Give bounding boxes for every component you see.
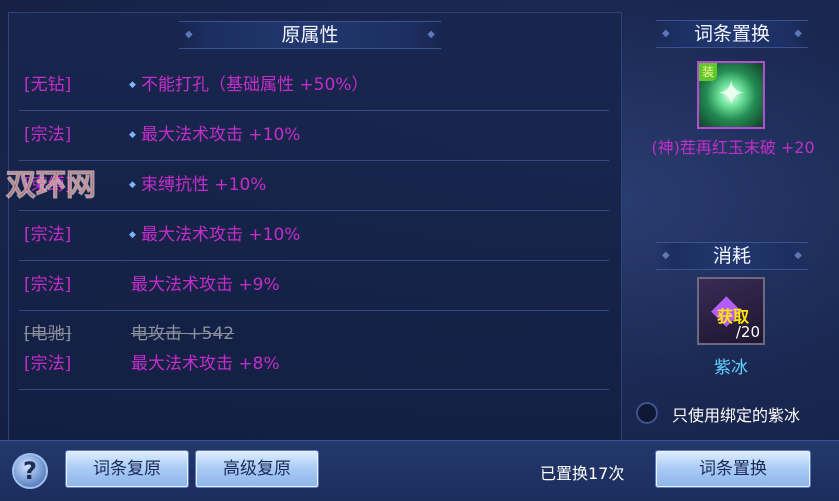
bound-only-radio[interactable] [636,402,658,424]
equipment-badge: 装 [699,63,717,81]
equipment-slot[interactable]: 装 ✦ [697,61,765,129]
equipment-item-icon: ✦ [717,74,746,114]
attribute-row: [无钻] ◆ 不能打孔（基础属性 +50%） [19,61,609,111]
advanced-restore-button[interactable]: 高级复原 [196,451,318,487]
attribute-tag: [宗法] [24,275,72,295]
consume-section-title: 消耗 [656,242,808,270]
attribute-tag: [宗法] [24,125,72,145]
equipment-name: (神)茬再红玉末破 +20 [651,138,815,157]
attribute-text: 电攻击 +542 [131,324,235,344]
replaced-count: 已置换17次 [540,464,625,483]
attribute-text: 最大法术攻击 +10% [141,225,301,245]
bound-only-label: 只使用绑定的紫冰 [672,406,801,425]
diamond-bullet-icon: ◆ [129,80,136,90]
attribute-row: [宗法] 最大法术攻击 +9% [19,261,609,311]
attribute-row: [电驰] 电攻击 +542 [宗法] 最大法术攻击 +8% [19,311,609,390]
attribute-tag: [宗法] [24,225,72,245]
material-name: 紫冰 [714,358,748,378]
restore-button[interactable]: 词条复原 [66,451,188,487]
attribute-row: [宗法] ◆ 最大法术攻击 +10% [19,111,609,161]
material-slot[interactable]: ◆ 获取 /20 [697,277,765,345]
attribute-text: 最大法术攻击 +10% [141,125,301,145]
help-button[interactable]: ? [12,453,48,489]
attribute-text: 束缚抗性 +10% [141,175,267,195]
material-count: /20 [735,323,760,341]
diamond-bullet-icon: ◆ [129,130,136,140]
attribute-tag: [电驰] [24,324,72,344]
attribute-row: [束缚] ◆ 束缚抗性 +10% [19,161,609,211]
attribute-list: [无钻] ◆ 不能打孔（基础属性 +50%） [宗法] ◆ 最大法术攻击 +10… [9,61,621,390]
attribute-text: 最大法术攻击 +9% [131,275,280,295]
replace-button[interactable]: 词条置换 [656,451,810,487]
attribute-row: [宗法] ◆ 最大法术攻击 +10% [19,211,609,261]
attribute-tag: [宗法] [24,354,72,374]
attribute-text: 不能打孔（基础属性 +50%） [141,75,369,95]
replace-section-title: 词条置换 [656,20,808,48]
original-attributes-panel: 原属性 [无钻] ◆ 不能打孔（基础属性 +50%） [宗法] ◆ 最大法术攻击… [8,12,622,442]
diamond-bullet-icon: ◆ [129,230,136,240]
original-attributes-title: 原属性 [179,21,441,49]
attribute-text: 最大法术攻击 +8% [131,354,280,374]
diamond-bullet-icon: ◆ [129,180,136,190]
watermark: 双环网 [6,168,97,204]
attribute-tag: [无钻] [24,75,72,95]
